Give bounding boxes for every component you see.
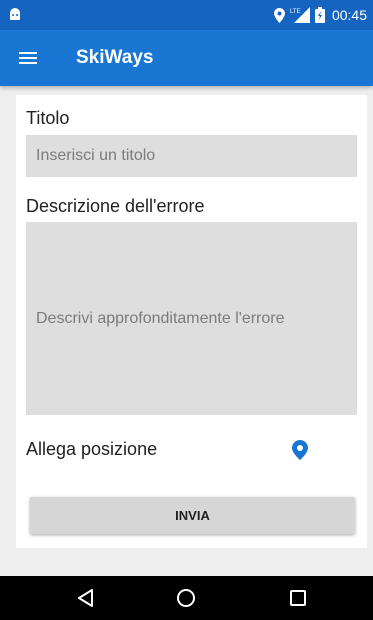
home-icon[interactable] [176,588,196,608]
location-pin-icon[interactable] [292,440,308,460]
battery-icon [314,7,325,23]
title-input[interactable]: Inserisci un titolo [26,135,357,177]
error-report-form: Titolo Inserisci un titolo Descrizione d… [16,95,367,548]
description-placeholder: Descrivi approfonditamente l'errore [36,309,285,327]
title-placeholder: Inserisci un titolo [36,147,156,164]
hamburger-menu-icon[interactable] [16,46,40,70]
app-title: SkiWays [76,47,154,68]
attach-position-label: Allega posizione [26,439,158,459]
description-label: Descrizione dell'errore [26,196,205,216]
app-bar: SkiWays [0,30,373,86]
back-icon[interactable] [76,588,96,608]
location-icon [273,7,285,23]
lte-signal-icon: LTE [290,7,310,23]
android-icon [10,8,20,20]
navigation-bar [0,576,373,620]
status-clock: 00:45 [331,7,367,23]
recents-icon[interactable] [288,588,308,608]
svg-text:LTE: LTE [290,9,301,15]
description-input[interactable]: Descrivi approfonditamente l'errore [26,222,357,415]
status-bar: LTE 00:45 [0,0,373,30]
title-label: Titolo [26,108,70,128]
submit-button[interactable]: INVIA [30,497,355,534]
